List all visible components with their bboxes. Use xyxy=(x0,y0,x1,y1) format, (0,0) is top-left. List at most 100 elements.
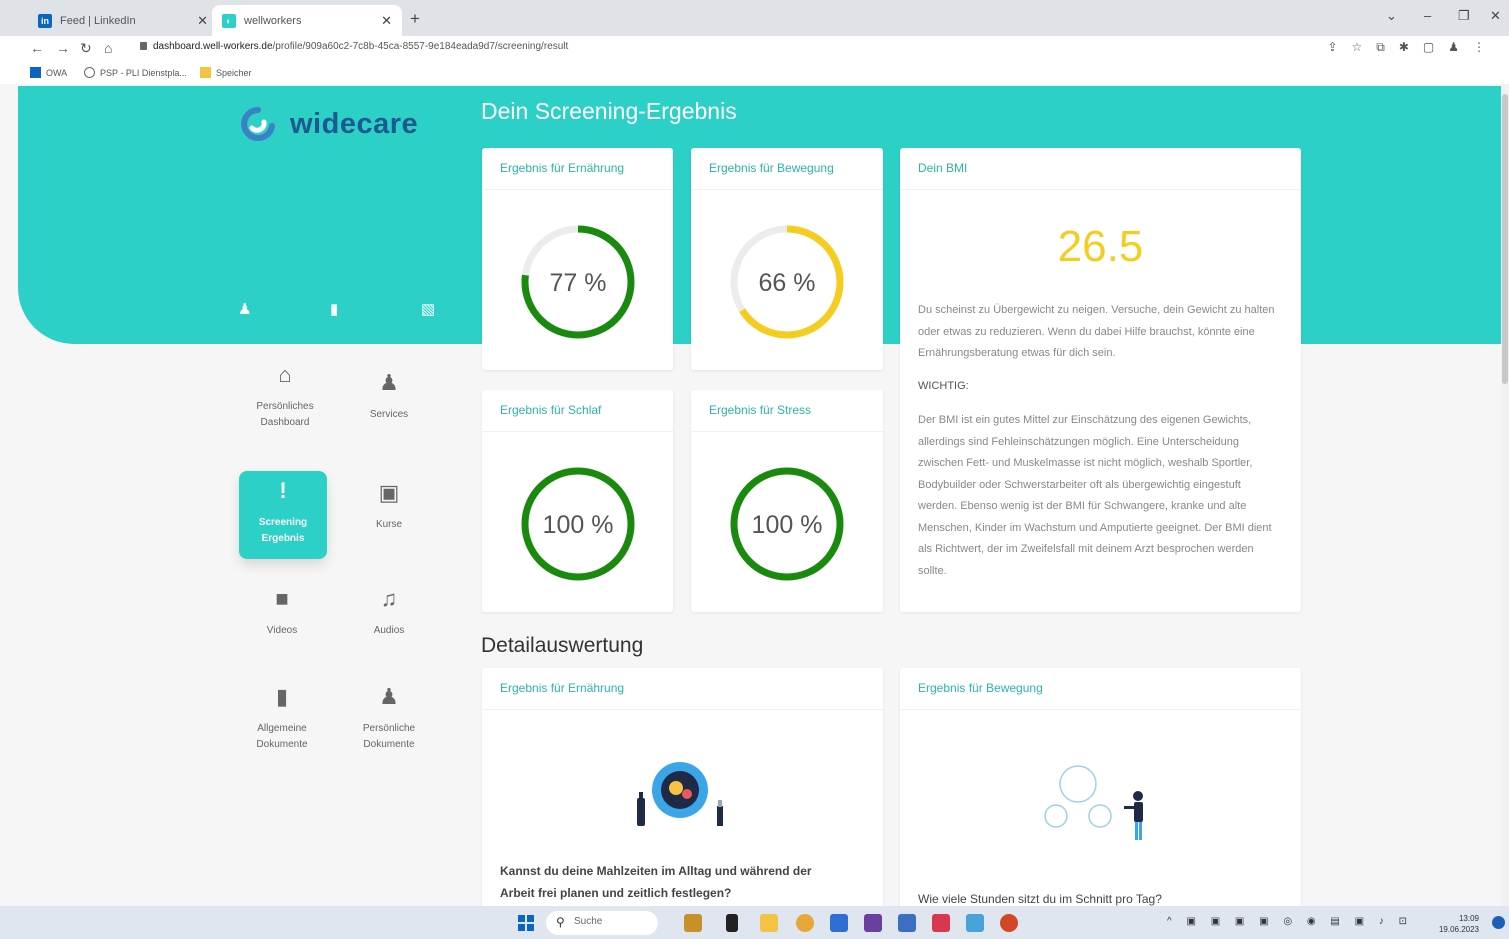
result-card-movement: Ergebnis für Bewegung 66 % xyxy=(691,148,883,370)
new-tab-button[interactable]: + xyxy=(410,9,420,29)
gauge-value: 66 % xyxy=(759,269,816,297)
result-card-stress: Ergebnis für Stress 100 % xyxy=(691,390,883,612)
file-explorer-icon[interactable] xyxy=(760,914,778,932)
browser-toolbar-icons[interactable]: ⇪☆⧉✱▢♟⋮ xyxy=(1327,40,1499,55)
folder-icon xyxy=(200,67,211,78)
exclamation-icon: ! xyxy=(279,478,287,503)
close-window-button[interactable]: ✕ xyxy=(1490,8,1501,24)
gauge-nutrition: 77 % xyxy=(521,225,634,339)
widecare-logo[interactable]: widecare xyxy=(238,106,418,142)
taskbar-app-icon[interactable] xyxy=(966,914,984,932)
taskbar-app-icon[interactable] xyxy=(726,914,738,932)
sidebar-item-videos[interactable]: ■ Videos xyxy=(238,586,326,679)
scrollbar-thumb[interactable] xyxy=(1502,94,1508,384)
teams-icon[interactable] xyxy=(864,914,882,932)
windows-start-icon[interactable] xyxy=(518,915,534,931)
sidebar-item-kurse[interactable]: ▣ Kurse xyxy=(345,480,433,573)
app-viewport: widecare ♟ ▮ ▧ Dein Screening-Ergebnis ⌂… xyxy=(18,84,1509,906)
file-icon: ▮ xyxy=(275,684,289,709)
notification-icon[interactable] xyxy=(1492,916,1505,929)
sidebar-item-audios[interactable]: ♫ Audios xyxy=(345,586,433,679)
reload-icon[interactable]: ↻ xyxy=(80,40,92,57)
url-field[interactable]: dashboard.well-workers.de/profile/909a60… xyxy=(140,41,568,52)
browser-tab-bar: in Feed | LinkedIn ✕ ◐ wellworkers ✕ + ⌄… xyxy=(0,0,1509,36)
card-title: Dein BMI xyxy=(900,148,1301,190)
card-title: Ergebnis für Bewegung xyxy=(691,148,883,190)
tab-title: Feed | LinkedIn xyxy=(60,14,136,27)
taskbar-app-icon[interactable] xyxy=(684,914,702,932)
restore-button[interactable]: ❐ xyxy=(1458,8,1470,24)
bookmarks-bar: OWA PSP - PLI Dienstpla... Speicher xyxy=(0,62,1509,84)
music-icon: ♫ xyxy=(380,586,398,611)
widecare-logo-icon xyxy=(241,107,275,141)
card-title: Ergebnis für Stress xyxy=(691,390,883,432)
page-scrollbar[interactable] xyxy=(1501,84,1509,906)
system-tray[interactable]: ^ ▣ ▣ ▣ ▣ ◎ ◉ ▤ ▣ ♪ ⊡ xyxy=(1167,916,1413,927)
back-icon[interactable]: ← xyxy=(30,40,44,56)
result-card-sleep: Ergebnis für Schlaf 100 % xyxy=(482,390,673,612)
address-bar: ← → ↻ ⌂ dashboard.well-workers.de/profil… xyxy=(0,36,1509,62)
result-card-nutrition: Ergebnis für Ernährung 77 % xyxy=(482,148,673,370)
minimize-button[interactable]: – xyxy=(1424,8,1431,23)
close-tab-icon[interactable]: ✕ xyxy=(197,13,208,29)
tab-wellworkers[interactable]: ◐ wellworkers ✕ xyxy=(212,5,402,36)
card-title: Ergebnis für Schlaf xyxy=(482,390,673,432)
sidebar-item-services[interactable]: ♟ Services xyxy=(345,370,433,463)
chrome-icon[interactable] xyxy=(796,914,814,932)
presentation-icon: ▣ xyxy=(378,480,400,505)
gauge-movement: 66 % xyxy=(730,225,844,339)
gauge-sleep: 100 % xyxy=(521,467,634,581)
sidebar-item-dashboard[interactable]: ⌂ Persönliches Dashboard xyxy=(241,362,329,455)
close-tab-icon[interactable]: ✕ xyxy=(381,13,392,29)
powerpoint-icon[interactable] xyxy=(1000,914,1018,932)
taskbar-clock[interactable]: 13:09 19.06.2023 xyxy=(1439,913,1479,935)
sidebar-item-general-documents[interactable]: ▮ Allgemeine Dokumente xyxy=(238,684,326,777)
outlook-icon[interactable] xyxy=(830,914,848,932)
bookmark-psp[interactable]: PSP - PLI Dienstpla... xyxy=(84,67,187,78)
user-edit-icon: ♟ xyxy=(379,684,399,709)
bookmark-owa[interactable]: OWA xyxy=(30,67,67,78)
gauge-stress: 100 % xyxy=(730,467,844,581)
bmi-important-text: Der BMI ist ein gutes Mittel zur Einschä… xyxy=(918,414,1272,577)
globe-icon xyxy=(84,67,95,78)
video-icon: ■ xyxy=(275,586,289,611)
tab-search-icon[interactable]: ⌄ xyxy=(1386,8,1397,24)
document-icon[interactable]: ▧ xyxy=(421,300,435,318)
card-title: Ergebnis für Ernährung xyxy=(482,668,883,710)
users-icon: ♟ xyxy=(379,370,399,395)
detail-section-title: Detailauswertung xyxy=(481,634,644,657)
taskbar-app-icon[interactable] xyxy=(932,914,950,932)
tab-title: wellworkers xyxy=(244,14,302,27)
outlook-icon xyxy=(30,67,41,78)
home-icon[interactable]: ⌂ xyxy=(104,40,112,56)
gauge-value: 77 % xyxy=(549,269,606,297)
lock-icon xyxy=(140,42,147,50)
card-title: Ergebnis für Bewegung xyxy=(900,668,1301,710)
widecare-icon: ◐ xyxy=(222,13,236,28)
bmi-value: 26.5 xyxy=(1057,222,1144,271)
card-title: Ergebnis für Ernährung xyxy=(482,148,673,190)
bmi-card: Dein BMI 26.5 Du scheinst zu Übergewicht… xyxy=(900,148,1301,612)
home-icon: ⌂ xyxy=(278,362,292,387)
taskbar-app-icon[interactable] xyxy=(898,914,916,932)
bookmark-speicher[interactable]: Speicher xyxy=(200,67,252,78)
detail-card-movement: Ergebnis für Bewegung Wie viele Stunden … xyxy=(900,668,1301,906)
taskbar-search[interactable]: ⚲ Suche xyxy=(546,911,658,935)
gauge-value: 100 % xyxy=(542,511,613,539)
detail-card-nutrition: Ergebnis für Ernährung Kannst du deine M… xyxy=(482,668,883,906)
bmi-description: Du scheinst zu Übergewicht zu neigen. Ve… xyxy=(918,304,1275,359)
forward-icon[interactable]: → xyxy=(56,40,70,56)
sidebar-item-personal-documents[interactable]: ♟ Persönliche Dokumente xyxy=(345,684,433,777)
profile-icon[interactable]: ♟ xyxy=(238,300,251,318)
page-title: Dein Screening-Ergebnis xyxy=(481,98,737,124)
sidebar-item-screening[interactable]: ! Screening Ergebnis xyxy=(239,471,327,559)
nutrition-illustration xyxy=(637,762,723,826)
bmi-important-label: WICHTIG: xyxy=(918,380,969,392)
detail-question: Wie viele Stunden sitzt du im Schnitt pr… xyxy=(918,892,1162,906)
search-icon: ⚲ xyxy=(556,915,565,929)
linkedin-icon: in xyxy=(38,13,52,28)
tab-linkedin[interactable]: in Feed | LinkedIn ✕ xyxy=(28,5,218,36)
detail-question: Kannst du deine Mahlzeiten im Alltag und… xyxy=(500,864,812,900)
gauge-value: 100 % xyxy=(752,511,823,539)
chat-icon[interactable]: ▮ xyxy=(330,300,338,318)
